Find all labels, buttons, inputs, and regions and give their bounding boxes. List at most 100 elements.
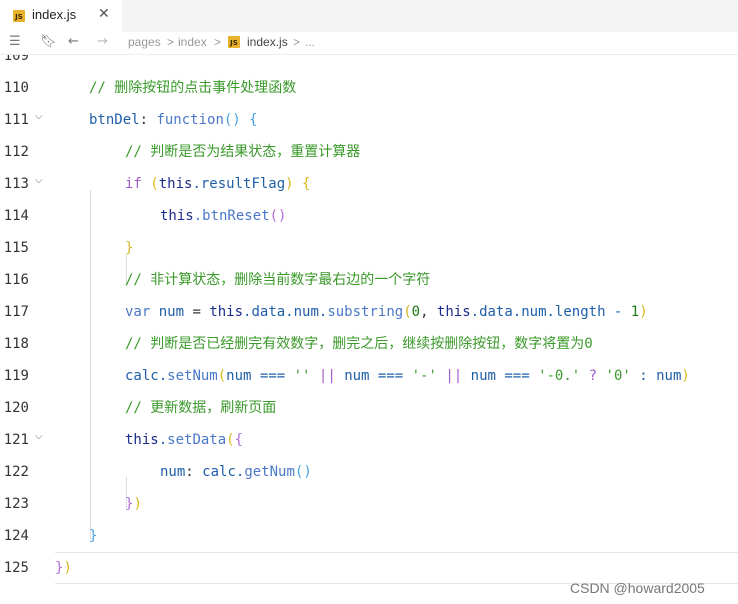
code-token: getNum — [244, 464, 295, 480]
code-line[interactable]: 115} — [0, 232, 738, 264]
code-line[interactable]: 112 // 判断是否为结果状态，重置计算器 — [0, 136, 738, 168]
code-token: ) — [63, 560, 72, 576]
code-text: }) — [125, 495, 142, 513]
code-text: // 判断是否已经删完有效数字，删完之后，继续按删除按钮，数字将置为0 — [125, 335, 593, 353]
code-text: }) — [55, 559, 72, 577]
code-line[interactable]: 109 — [0, 55, 738, 72]
line-number: 116 — [3, 272, 29, 288]
code-token: : num — [630, 368, 682, 384]
code-text: // 删除按钮的点击事件处理函数 — [89, 79, 296, 97]
code-line[interactable]: 124} — [0, 520, 738, 552]
code-token: = — [184, 304, 210, 320]
js-file-icon: JS — [13, 10, 25, 22]
code-text: if (this.resultFlag) { — [125, 175, 310, 193]
line-number: 119 — [3, 368, 29, 384]
code-line[interactable]: 122 num: calc.getNum() — [0, 456, 738, 488]
breadcrumb-separator: > — [167, 35, 175, 49]
close-icon[interactable]: ✕ — [98, 6, 110, 22]
code-line[interactable]: 121 ⌵ this.setData({ — [0, 424, 738, 456]
line-number: 121 — [3, 432, 29, 448]
code-token: '0' — [605, 368, 631, 384]
fold-chevron-icon[interactable]: ⌵ — [35, 111, 43, 122]
code-token: // 删除按钮的点击事件处理函数 — [89, 80, 297, 96]
code-text: calc.setNum(num === '' || num === '-' ||… — [125, 367, 690, 385]
code-token: () — [294, 464, 312, 480]
code-text: this.btnReset() — [160, 207, 286, 225]
code-token: ) — [639, 304, 648, 320]
line-number: 114 — [3, 208, 29, 224]
line-number: 122 — [3, 464, 29, 480]
code-token: ( — [217, 368, 227, 384]
code-editor[interactable]: 109 110 // 删除按钮的点击事件处理函数 111 ⌵ btnDel: functi… — [0, 55, 738, 604]
code-token: num — [158, 304, 185, 320]
code-token: var — [125, 304, 159, 320]
editor-toolbar: ☰ 🔖︎ ← → pages > index > JS index.js > .… — [0, 32, 738, 55]
line-number: 110 — [3, 80, 29, 96]
list-icon[interactable]: ☰ — [9, 34, 21, 49]
code-line[interactable]: 119 calc.setNum(num === '' || num === '-'… — [0, 360, 738, 392]
breadcrumb-separator: > — [293, 35, 301, 49]
fold-chevron-icon[interactable]: ⌵ — [35, 431, 43, 442]
breadcrumb-file[interactable]: index.js — [247, 35, 288, 49]
code-token: '-0.' — [538, 368, 581, 384]
code-token: // 更新数据，刷新页面 — [125, 400, 277, 416]
line-number: 125 — [3, 560, 29, 576]
code-token: calc. — [125, 368, 168, 384]
code-line[interactable]: 123}) — [0, 488, 738, 520]
code-token: .data.num. — [243, 304, 328, 320]
code-token: : — [185, 464, 203, 480]
code-text: // 判断是否为结果状态，重置计算器 — [125, 143, 360, 161]
code-token: || — [310, 368, 345, 384]
code-token: calc. — [202, 464, 245, 480]
code-token: || — [436, 368, 471, 384]
forward-arrow-icon[interactable]: → — [97, 34, 108, 49]
code-line[interactable]: 110 // 删除按钮的点击事件处理函数 — [0, 72, 738, 104]
breadcrumb-pages[interactable]: pages — [128, 35, 161, 49]
bookmark-icon[interactable]: 🔖︎ — [40, 34, 57, 49]
line-number: 115 — [3, 240, 29, 256]
code-text: } — [125, 239, 133, 257]
line-number: 112 — [3, 144, 29, 160]
code-token: '' — [293, 368, 311, 384]
line-number: 118 — [3, 336, 29, 352]
code-token: : — [139, 112, 157, 128]
code-line[interactable]: 111 ⌵ btnDel: function() { — [0, 104, 738, 136]
code-token: ? — [580, 368, 606, 384]
code-line[interactable]: 114 this.btnReset() — [0, 200, 738, 232]
code-text: } — [89, 527, 97, 545]
tab-label: index.js — [32, 7, 77, 22]
code-token: ) — [133, 496, 142, 512]
code-token: // 判断是否已经删完有效数字，删完之后，继续按删除按钮，数字将置为0 — [125, 336, 593, 352]
code-token: ( — [226, 432, 235, 448]
code-token: this — [158, 176, 193, 192]
code-token: 0 — [411, 304, 421, 320]
code-token: num === — [344, 368, 412, 384]
code-token: this — [125, 432, 159, 448]
code-token: } — [125, 240, 134, 256]
line-number: 113 — [3, 176, 29, 192]
code-line[interactable]: 120 // 更新数据，刷新页面 — [0, 392, 738, 424]
breadcrumb-more[interactable]: ... — [305, 35, 315, 49]
breadcrumb-index[interactable]: index — [178, 35, 207, 49]
code-token: btnDel — [89, 112, 140, 128]
code-token: setData — [167, 432, 227, 448]
js-file-icon: JS — [228, 36, 240, 48]
code-token: ) — [681, 368, 690, 384]
code-line[interactable]: 113 ⌵ if (this.resultFlag) { — [0, 168, 738, 200]
code-token: .btnReset — [193, 208, 270, 224]
code-text: this.setData({ — [125, 431, 243, 449]
back-arrow-icon[interactable]: ← — [68, 34, 79, 49]
code-line[interactable]: 118 // 判断是否已经删完有效数字，删完之后，继续按删除按钮，数字将置为0 — [0, 328, 738, 360]
tab-index-js[interactable]: JS index.js ✕ — [0, 0, 122, 32]
code-line[interactable]: 116 // 非计算状态，删除当前数字最右边的一个字符 — [0, 264, 738, 296]
code-token: . — [158, 432, 168, 448]
code-line[interactable]: 117 var num = this.data.num.substring(0, … — [0, 296, 738, 328]
fold-chevron-icon[interactable]: ⌵ — [35, 175, 43, 186]
code-text: btnDel: function() { — [89, 111, 258, 129]
code-text: var num = this.data.num.substring(0, thi… — [125, 303, 648, 321]
line-number: 123 — [3, 496, 29, 512]
code-token: , — [420, 304, 437, 320]
code-text: // 非计算状态，删除当前数字最右边的一个字符 — [125, 271, 430, 289]
line-number: 120 — [3, 400, 29, 416]
code-token: this — [209, 304, 244, 320]
